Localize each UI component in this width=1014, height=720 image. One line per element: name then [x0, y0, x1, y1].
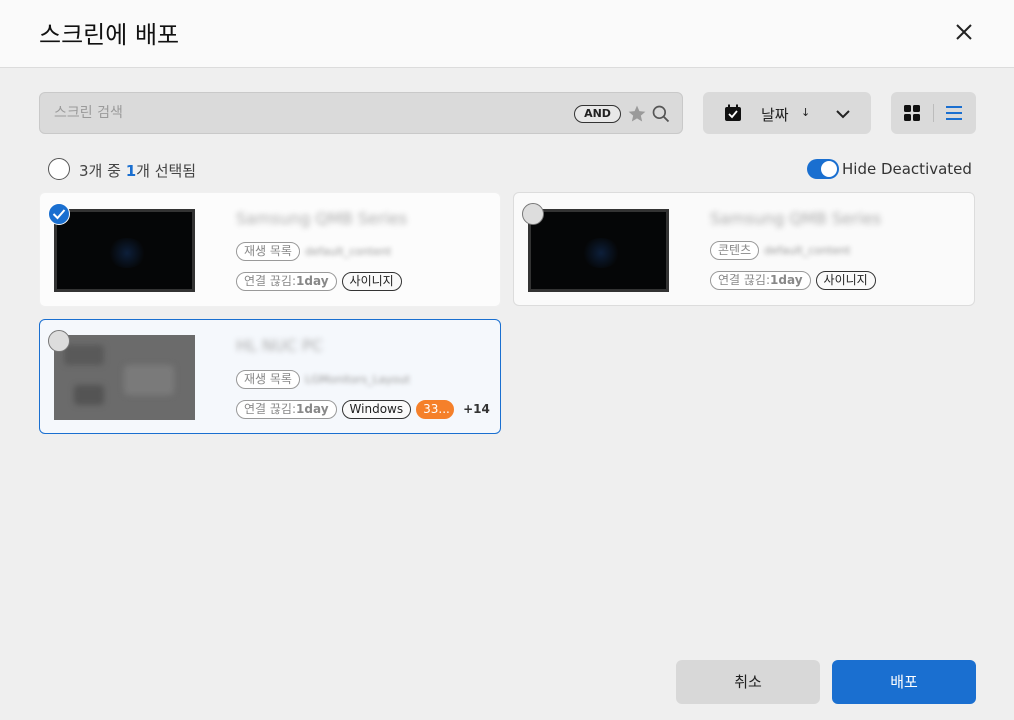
select-all-checkbox[interactable]	[48, 158, 70, 180]
connection-status-tag: 연결 끊김:1day	[236, 399, 337, 419]
calendar-icon	[723, 103, 743, 123]
screen-name: HL NUC PC	[236, 336, 323, 355]
screen-thumbnail	[54, 335, 195, 420]
hide-deactivated-toggle[interactable]	[807, 159, 839, 179]
chevron-down-icon	[833, 104, 853, 124]
check-icon	[52, 209, 66, 220]
content-type-tag: 재생 목록	[236, 241, 300, 261]
sort-label: 날짜	[761, 106, 789, 124]
deploy-button[interactable]: 배포	[832, 660, 976, 704]
and-operator-button[interactable]: AND	[574, 105, 621, 123]
screen-name: Samsung QMB Series	[710, 209, 882, 228]
grid-icon	[904, 105, 920, 121]
sort-dropdown[interactable]: 날짜 ↓	[703, 92, 871, 134]
connection-status-tag: 연결 끊김:1day	[236, 271, 337, 291]
content-type-tag: 콘텐츠	[710, 240, 760, 260]
search-icon[interactable]	[651, 104, 671, 124]
list-view-button[interactable]	[943, 102, 965, 124]
cancel-button[interactable]: 취소	[676, 660, 820, 704]
sort-direction-icon: ↓	[801, 106, 811, 119]
toggle-knob	[821, 161, 837, 177]
screen-card[interactable]: HL NUC PC 재생 목록 LGMonitors_Layout 연결 끊김:…	[39, 319, 501, 434]
view-divider	[933, 104, 934, 122]
screen-name: Samsung QMB Series	[236, 209, 408, 228]
screen-thumbnail	[54, 209, 195, 292]
more-tags-count[interactable]: +14	[463, 402, 490, 416]
card-checkbox[interactable]	[522, 203, 544, 225]
grid-view-button[interactable]	[901, 102, 923, 124]
device-type-tag: 사이니지	[815, 270, 876, 290]
content-value: default_content	[304, 244, 392, 258]
os-tag: Windows	[341, 399, 412, 419]
star-icon[interactable]	[627, 104, 647, 124]
screen-card[interactable]: Samsung QMB Series 재생 목록 default_content…	[39, 192, 501, 307]
screen-card[interactable]: Samsung QMB Series 콘텐츠 default_content 연…	[513, 192, 975, 306]
card-checkbox[interactable]	[48, 330, 70, 352]
close-icon	[956, 24, 972, 40]
hide-deactivated-label: Hide Deactivated	[842, 160, 972, 178]
list-icon	[946, 106, 962, 120]
search-box: AND	[39, 92, 683, 134]
card-checkbox[interactable]	[48, 203, 70, 225]
tag-badge: 33...	[416, 399, 455, 419]
dialog-header: 스크린에 배포	[0, 0, 1014, 68]
content-type-tag: 재생 목록	[236, 369, 300, 389]
dialog-title: 스크린에 배포	[39, 21, 180, 49]
close-button[interactable]	[948, 16, 980, 48]
selection-count: 3개 중 1개 선택됨	[79, 162, 197, 180]
connection-status-tag: 연결 끊김:1day	[710, 270, 811, 290]
view-toggle	[891, 92, 976, 134]
screen-thumbnail	[528, 209, 669, 292]
content-value: default_content	[764, 243, 851, 257]
content-value: LGMonitors_Layout	[304, 372, 411, 386]
search-input[interactable]	[54, 102, 554, 124]
device-type-tag: 사이니지	[341, 271, 402, 291]
